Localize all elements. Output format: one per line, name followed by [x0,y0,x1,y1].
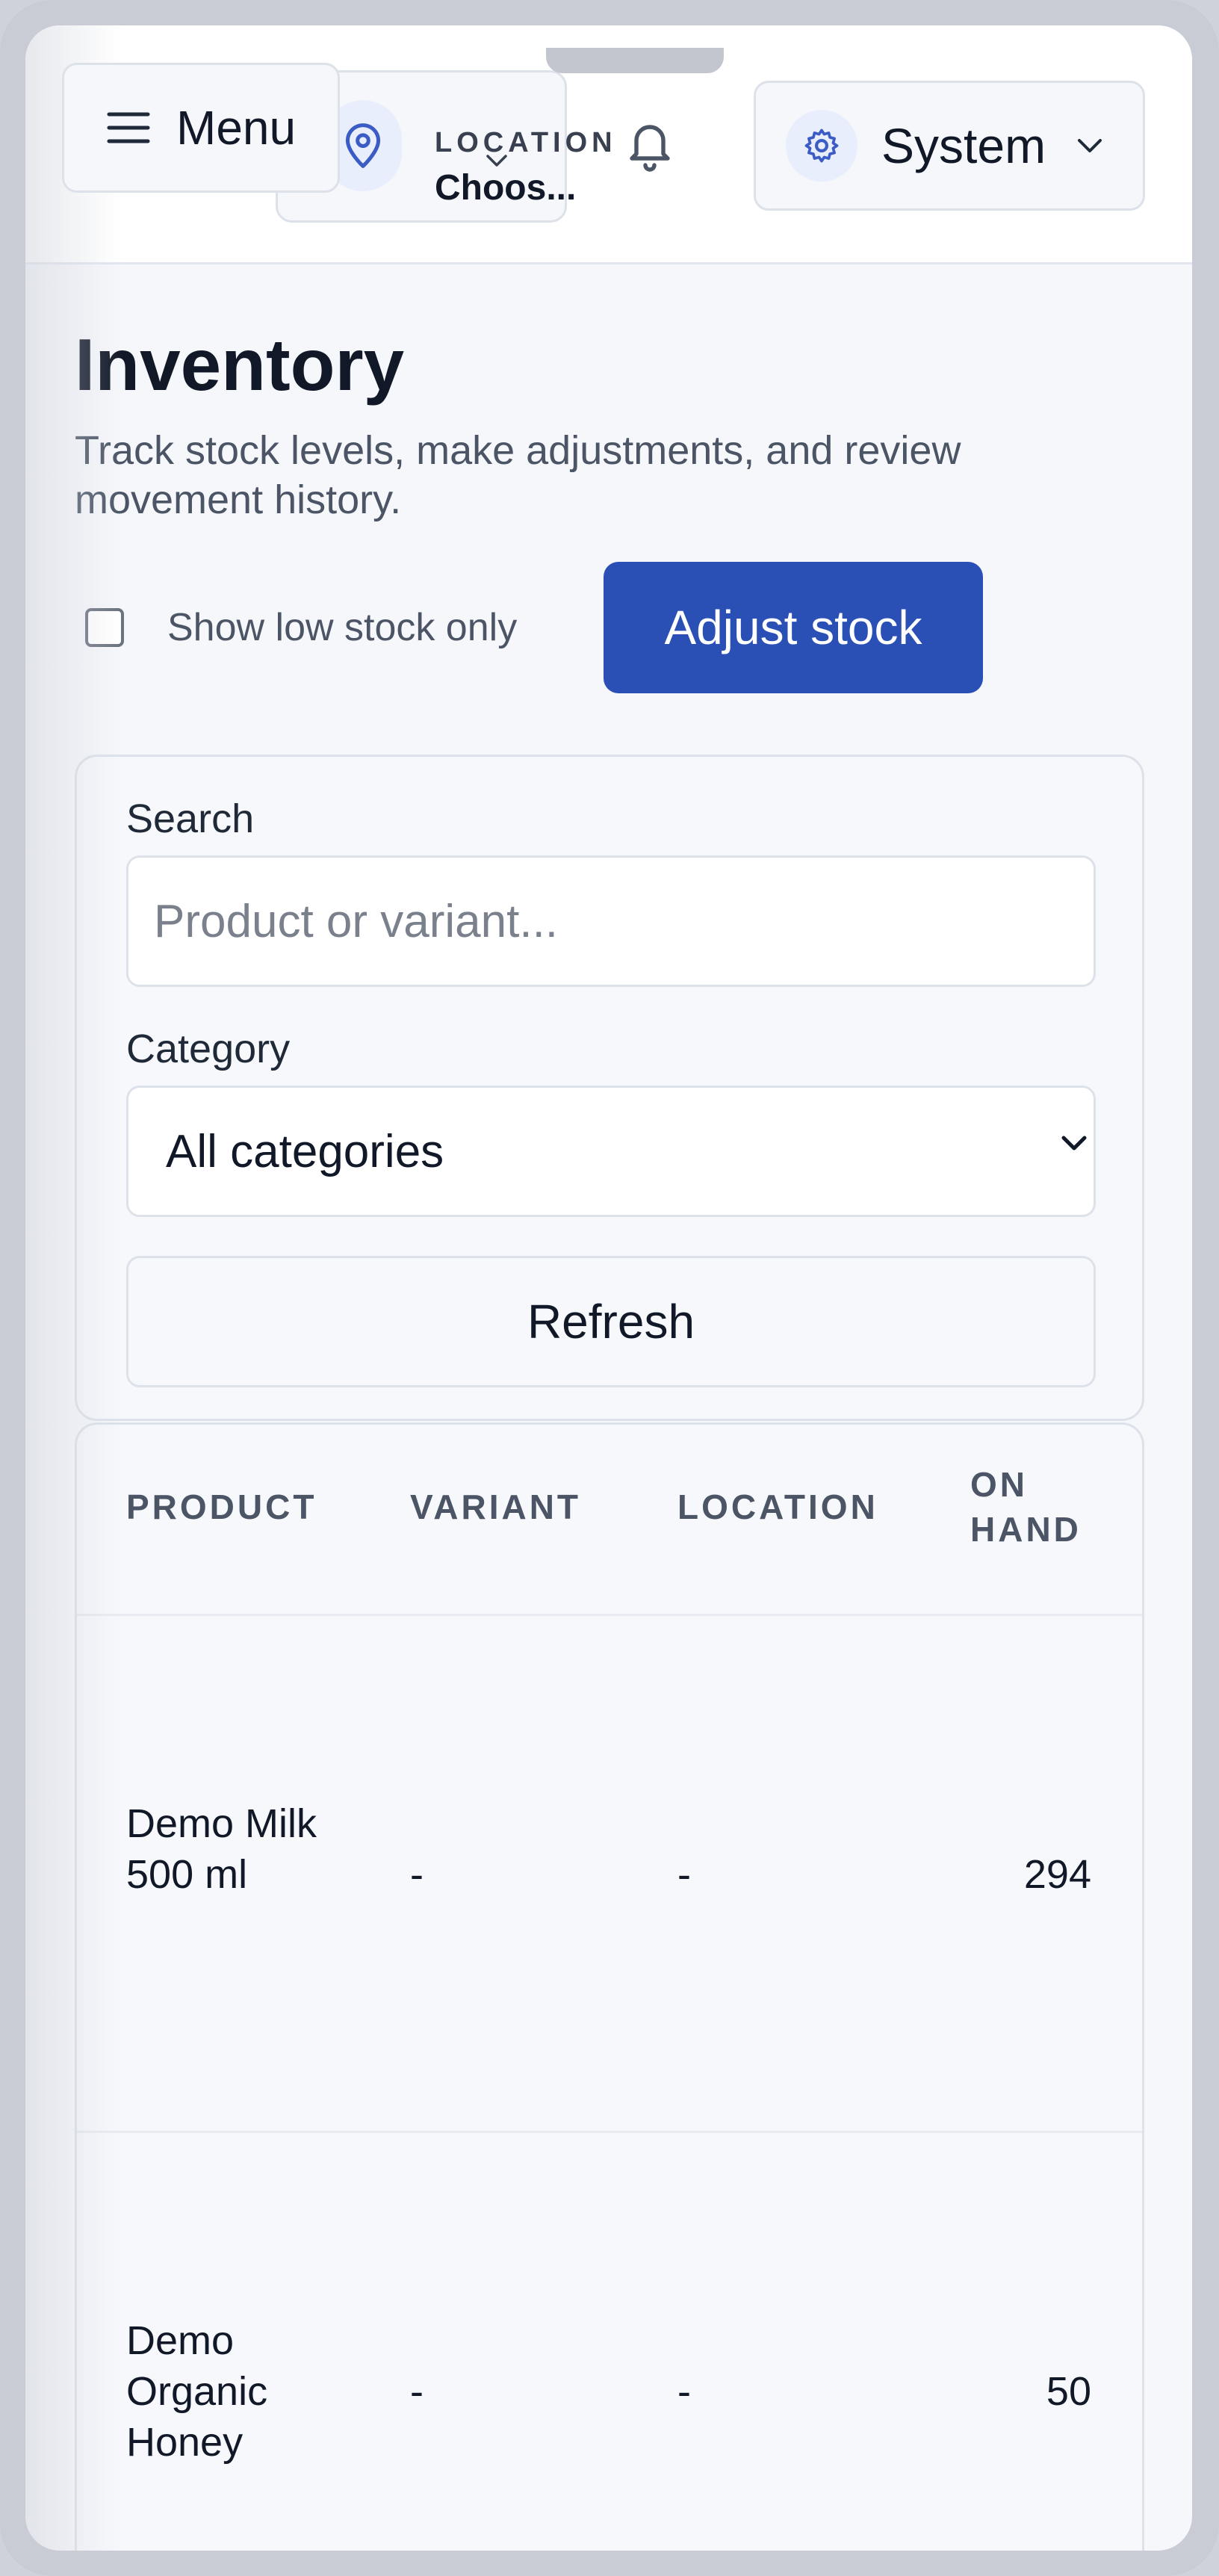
chevron-down-icon [1078,139,1102,152]
cell-on-hand: 294 [1023,1852,1091,1897]
bell-icon[interactable] [623,115,677,175]
low-stock-label: Show low stock only [167,606,518,649]
cell-on-hand: 50 [1046,2369,1091,2414]
chevron-down-icon [486,155,507,167]
search-label: Search [126,796,255,841]
category-value: All categories [166,1125,444,1177]
column-header-on-hand[interactable]: ON HAND [970,1462,1082,1552]
location-value: Choos... [435,168,577,208]
category-select[interactable]: All categories [126,1086,1096,1217]
system-menu-button[interactable]: System [754,81,1145,211]
menu-button[interactable]: Menu [62,63,340,193]
low-stock-checkbox[interactable] [85,608,124,647]
cell-variant: - [410,2369,424,2414]
page-title: Inventory [75,323,405,406]
cell-product: Demo Organic Honey [126,2318,268,2465]
system-label: System [881,118,1046,173]
hamburger-icon [107,112,150,143]
column-header-variant[interactable]: VARIANT [410,1484,581,1529]
device-notch [546,48,724,73]
cell-location: - [677,2369,691,2414]
menu-label: Menu [176,101,297,155]
column-header-product[interactable]: PRODUCT [126,1484,317,1529]
adjust-stock-button[interactable]: Adjust stock [604,562,983,693]
inventory-table: PRODUCT VARIANT LOCATION ON HAND Demo Mi… [75,1422,1144,2551]
chevron-down-icon [1061,1136,1087,1151]
table-row[interactable]: Demo Organic Honey - - 50 [77,2133,1142,2551]
cell-product: Demo Milk 500 ml [126,1801,317,1897]
gear-icon [786,110,857,182]
location-label: LOCATION [435,127,617,158]
filters-panel: Search Product or variant... Category Al… [75,755,1144,1421]
cell-variant: - [410,1852,424,1897]
table-header-row: PRODUCT VARIANT LOCATION ON HAND [77,1425,1142,1616]
table-row[interactable]: Demo Milk 500 ml - - 294 [77,1616,1142,2133]
search-input[interactable]: Product or variant... [126,855,1096,987]
refresh-button[interactable]: Refresh [126,1256,1096,1387]
category-label: Category [126,1027,291,1071]
cell-location: - [677,1852,691,1897]
app-screen: LOCATION Choos... Menu System Inventory … [25,25,1192,2551]
column-header-location[interactable]: LOCATION [677,1484,878,1529]
low-stock-toggle[interactable]: Show low stock only [85,605,517,650]
page-subtitle: Track stock levels, make adjustments, an… [75,428,961,522]
